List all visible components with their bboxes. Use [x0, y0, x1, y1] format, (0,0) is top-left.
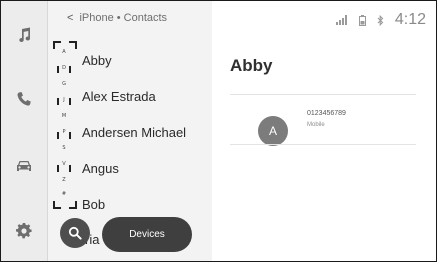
nav-rail [1, 1, 48, 261]
detail-contact-name: Abby [230, 56, 273, 75]
index-letter[interactable]: Z [53, 177, 75, 183]
status-bar: 4:12 [335, 11, 426, 29]
index-bracket-bottom-left [53, 201, 61, 209]
contact-item[interactable]: Angus [82, 161, 119, 176]
battery-icon [358, 14, 366, 26]
index-letter[interactable]: D [53, 65, 75, 71]
breadcrumb[interactable]: < iPhone • Contacts [67, 12, 167, 24]
chevron-left-icon: < [67, 12, 74, 24]
index-letter[interactable]: J [53, 97, 75, 103]
music-note-icon [19, 27, 31, 43]
phone-type-label: Mobile [307, 122, 325, 128]
phone-number[interactable]: 0123456789 [307, 110, 346, 117]
divider [230, 144, 416, 145]
index-letter[interactable]: A [53, 49, 75, 55]
clock: 4:12 [394, 11, 426, 28]
phone-icon [17, 92, 31, 106]
search-button[interactable] [60, 218, 90, 248]
contacts-screen: < iPhone • Contacts A D G J M P S V Z # A… [0, 0, 437, 262]
index-letter[interactable]: P [53, 129, 75, 135]
breadcrumb-text: iPhone • Contacts [79, 12, 168, 24]
index-letter[interactable]: # [53, 191, 75, 197]
divider [230, 94, 416, 95]
index-letter[interactable]: S [53, 145, 75, 151]
search-icon [68, 226, 82, 240]
settings-gear-icon [16, 223, 32, 239]
index-bracket-top-left [53, 41, 61, 49]
car-icon [17, 161, 31, 171]
contact-item[interactable]: Abby [82, 53, 112, 68]
index-letter[interactable]: V [53, 161, 75, 167]
settings-button[interactable] [12, 219, 36, 243]
avatar: A [258, 116, 288, 146]
bluetooth-icon [377, 14, 384, 26]
signal-icon [335, 15, 347, 25]
devices-button[interactable]: Devices [102, 217, 192, 252]
music-button[interactable] [12, 23, 36, 47]
contact-item[interactable]: Andersen Michael [82, 125, 186, 140]
index-bracket-bottom-right [69, 201, 77, 209]
index-bracket-top-right [69, 41, 77, 49]
index-letter[interactable]: M [53, 113, 75, 119]
phone-button[interactable] [12, 87, 36, 111]
contact-item[interactable]: Bob [82, 197, 105, 212]
alphabet-index-bar[interactable]: A D G J M P S V Z # [53, 41, 77, 209]
vehicle-button[interactable] [12, 154, 36, 178]
contact-item[interactable]: Alex Estrada [82, 89, 156, 104]
index-letter[interactable]: G [53, 81, 75, 87]
